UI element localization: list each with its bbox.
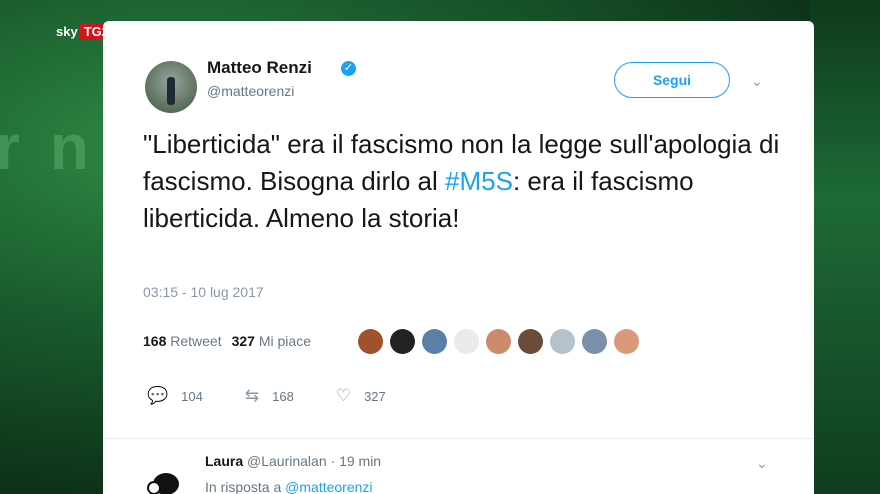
liker-avatar[interactable] xyxy=(582,329,607,354)
reply-icon[interactable]: 💬 xyxy=(147,386,168,406)
liker-avatar[interactable] xyxy=(614,329,639,354)
reply-mention-link[interactable]: @matteorenzi xyxy=(285,479,372,494)
retweet-action-count: 168 xyxy=(272,388,294,404)
liker-avatar[interactable] xyxy=(390,329,415,354)
background-graphic-right xyxy=(810,0,880,494)
tweet-actions: 💬 104 ⇆ 168 ♡ 327 xyxy=(147,386,428,406)
retweet-label: Retweet xyxy=(170,333,222,349)
reply-context: In risposta a @matteorenzi xyxy=(205,479,373,494)
tweet-stats: 168 Retweet 327 Mi piace xyxy=(143,333,311,349)
tweet-card: Matteo Renzi ✓ @matteorenzi Segui ⌄ "Lib… xyxy=(103,21,814,494)
retweet-stat[interactable]: 168 Retweet xyxy=(143,333,222,349)
liker-avatar[interactable] xyxy=(422,329,447,354)
reply-avatar[interactable] xyxy=(143,457,185,494)
liker-avatar[interactable] xyxy=(518,329,543,354)
like-count: 327 xyxy=(231,333,255,349)
logo-sky: sky xyxy=(56,23,78,39)
liker-avatar[interactable] xyxy=(454,329,479,354)
author-avatar[interactable] xyxy=(145,61,197,113)
retweet-count: 168 xyxy=(143,333,167,349)
hashtag-link[interactable]: #M5S xyxy=(445,166,513,196)
tweet-text: "Liberticida" era il fascismo non la leg… xyxy=(143,126,783,237)
author-name[interactable]: Matteo Renzi xyxy=(207,58,312,78)
reply-author-name[interactable]: Laura xyxy=(205,453,243,469)
liker-avatar[interactable] xyxy=(550,329,575,354)
reply-author-handle[interactable]: @Laurinalan xyxy=(247,453,327,469)
tweet-timestamp[interactable]: 03:15 - 10 lug 2017 xyxy=(143,284,264,300)
author-handle[interactable]: @matteorenzi xyxy=(207,83,294,99)
liker-avatar[interactable] xyxy=(358,329,383,354)
like-action-count: 327 xyxy=(364,388,386,404)
like-icon[interactable]: ♡ xyxy=(336,386,351,406)
liker-avatar[interactable] xyxy=(486,329,511,354)
like-stat[interactable]: 327 Mi piace xyxy=(232,333,311,349)
background-graphic-left: r n xyxy=(0,111,95,183)
divider xyxy=(103,438,814,439)
liker-avatars xyxy=(358,329,639,354)
reply-context-prefix: In risposta a xyxy=(205,479,282,494)
verified-icon: ✓ xyxy=(341,61,356,76)
reply-time[interactable]: · 19 min xyxy=(331,453,382,469)
follow-button[interactable]: Segui xyxy=(614,62,730,98)
like-label: Mi piace xyxy=(258,333,311,349)
chevron-down-icon[interactable]: ⌄ xyxy=(751,73,763,90)
reply-count: 104 xyxy=(181,388,203,404)
reply-chevron-down-icon[interactable]: ⌄ xyxy=(756,455,768,472)
retweet-icon[interactable]: ⇆ xyxy=(245,386,259,406)
reply-header: Laura @Laurinalan · 19 min xyxy=(205,453,381,469)
